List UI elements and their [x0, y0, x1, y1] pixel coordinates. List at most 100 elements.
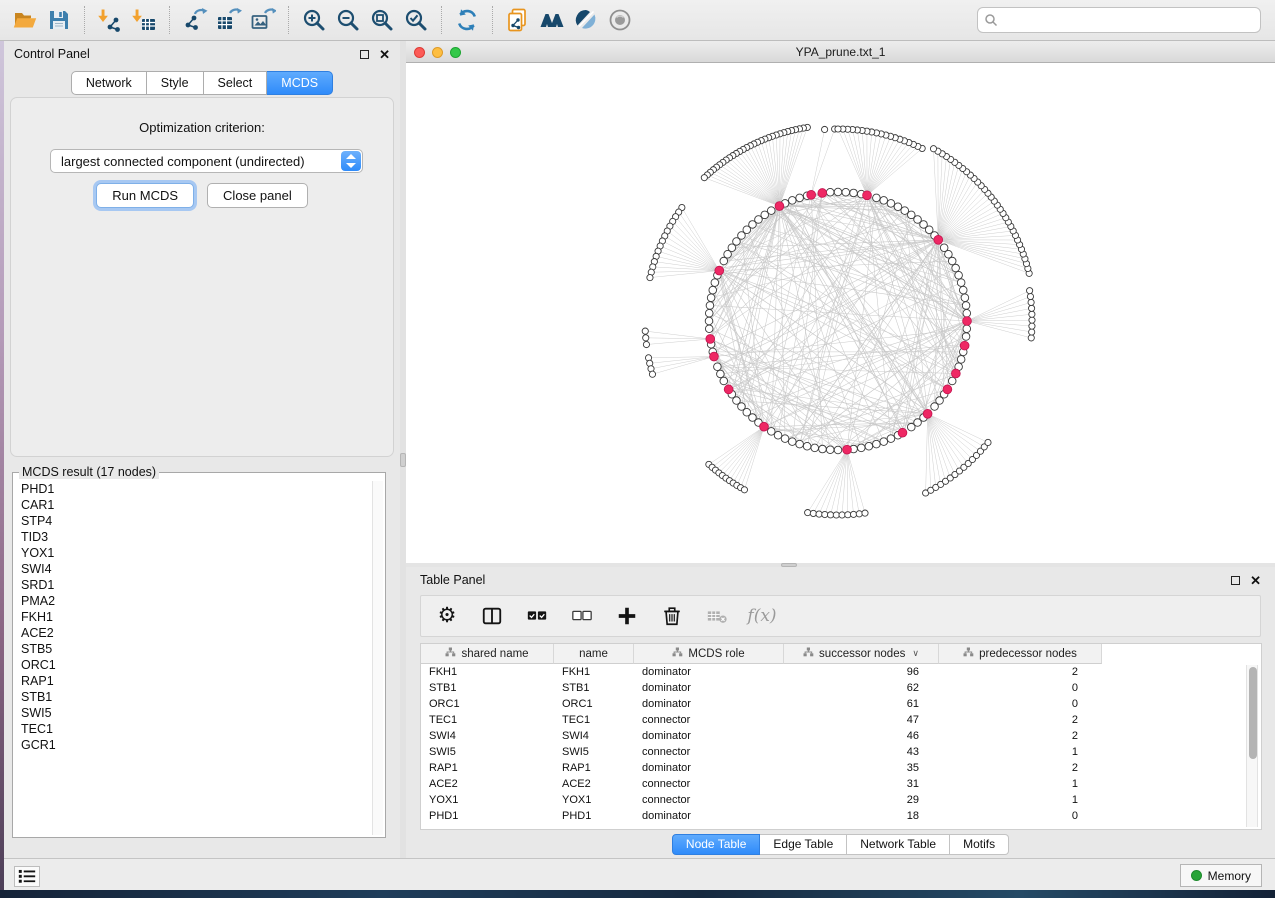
network-node[interactable] — [711, 279, 719, 287]
network-node[interactable] — [796, 440, 804, 448]
network-node[interactable] — [709, 286, 717, 294]
table-row[interactable]: ORC1ORC1dominator610 — [421, 696, 1261, 712]
open-file-button[interactable] — [8, 3, 42, 37]
tab-style[interactable]: Style — [147, 71, 204, 95]
network-leaf-node[interactable] — [833, 512, 839, 518]
tab-select[interactable]: Select — [204, 71, 268, 95]
mcds-result-item[interactable]: STB1 — [15, 689, 371, 705]
optimization-criterion-select[interactable]: largest connected component (undirected) — [50, 149, 363, 173]
network-node[interactable] — [887, 200, 895, 208]
close-panel-icon[interactable]: ✕ — [1250, 576, 1261, 585]
mcds-result-item[interactable]: RAP1 — [15, 673, 371, 689]
mcds-result-item[interactable]: PMA2 — [15, 593, 371, 609]
network-node[interactable] — [767, 428, 775, 436]
network-node[interactable] — [705, 325, 713, 333]
network-leaf-node[interactable] — [1028, 299, 1034, 305]
mcds-result-item[interactable]: TID3 — [15, 529, 371, 545]
refresh-button[interactable] — [450, 3, 484, 37]
network-leaf-node[interactable] — [649, 371, 655, 377]
import-table-button[interactable] — [127, 3, 161, 37]
maximize-window-icon[interactable] — [450, 47, 461, 58]
network-node[interactable] — [720, 377, 728, 385]
network-hub-node[interactable] — [863, 191, 872, 200]
network-leaf-node[interactable] — [1027, 293, 1033, 299]
network-node[interactable] — [940, 244, 948, 252]
mcds-result-item[interactable]: SWI5 — [15, 705, 371, 721]
add-column-button[interactable] — [615, 604, 639, 628]
network-hub-node[interactable] — [807, 190, 816, 199]
network-node[interactable] — [957, 279, 965, 287]
zoom-out-button[interactable] — [331, 3, 365, 37]
network-hub-node[interactable] — [760, 422, 769, 431]
delete-column-button[interactable] — [660, 604, 684, 628]
function-builder-button[interactable]: f(x) — [750, 604, 774, 628]
column-header-predecessor-nodes[interactable]: predecessor nodes — [939, 644, 1102, 664]
export-image-button[interactable] — [246, 3, 280, 37]
network-leaf-node[interactable] — [1029, 329, 1035, 335]
network-leaf-node[interactable] — [642, 328, 648, 334]
network-hub-node[interactable] — [923, 409, 932, 418]
network-hub-node[interactable] — [898, 428, 907, 437]
network-leaf-node[interactable] — [1028, 335, 1034, 341]
network-node[interactable] — [962, 302, 970, 310]
table-scrollbar[interactable] — [1246, 665, 1258, 827]
network-node[interactable] — [887, 435, 895, 443]
network-hub-node[interactable] — [706, 335, 715, 344]
network-node[interactable] — [865, 442, 873, 450]
import-network-button[interactable] — [93, 3, 127, 37]
network-node[interactable] — [803, 442, 811, 450]
network-leaf-node[interactable] — [862, 510, 868, 516]
mcds-result-item[interactable]: SRD1 — [15, 577, 371, 593]
network-leaf-node[interactable] — [741, 487, 747, 493]
network-hub-node[interactable] — [963, 317, 972, 326]
column-header-MCDS-role[interactable]: MCDS role — [634, 644, 784, 664]
network-leaf-node[interactable] — [1029, 311, 1035, 317]
table-row[interactable]: PHD1PHD1dominator180 — [421, 808, 1261, 824]
mcds-result-item[interactable]: ACE2 — [15, 625, 371, 641]
table-row[interactable]: YOX1YOX1connector291 — [421, 792, 1261, 808]
network-node[interactable] — [873, 194, 881, 202]
table-row[interactable]: ACE2ACE2connector311 — [421, 776, 1261, 792]
task-history-button[interactable] — [14, 866, 40, 887]
network-window-titlebar[interactable]: YPA_prune.txt_1 — [406, 41, 1275, 63]
network-canvas[interactable] — [406, 63, 1275, 563]
search-network-button[interactable] — [535, 3, 569, 37]
mcds-list-scrollbar[interactable] — [372, 481, 383, 835]
network-leaf-node[interactable] — [985, 439, 991, 445]
network-node[interactable] — [834, 188, 842, 196]
float-panel-icon[interactable] — [1231, 576, 1240, 585]
network-node[interactable] — [826, 446, 834, 454]
select-all-rows-button[interactable] — [525, 604, 549, 628]
network-node[interactable] — [774, 431, 782, 439]
show-graphics-details-button[interactable] — [603, 3, 637, 37]
network-node[interactable] — [714, 363, 722, 371]
close-window-icon[interactable] — [414, 47, 425, 58]
tab-network-table[interactable]: Network Table — [847, 834, 950, 855]
run-mcds-button[interactable]: Run MCDS — [96, 183, 194, 208]
network-hub-node[interactable] — [960, 341, 969, 350]
save-session-button[interactable] — [42, 3, 76, 37]
network-node[interactable] — [957, 356, 965, 364]
mcds-result-item[interactable]: SWI4 — [15, 561, 371, 577]
network-hub-node[interactable] — [843, 445, 852, 454]
table-row[interactable]: RAP1RAP1dominator352 — [421, 760, 1261, 776]
network-leaf-node[interactable] — [1028, 305, 1034, 311]
mcds-result-item[interactable]: CAR1 — [15, 497, 371, 513]
network-node[interactable] — [720, 257, 728, 265]
hide-graphics-details-button[interactable] — [569, 3, 603, 37]
network-leaf-node[interactable] — [701, 175, 707, 181]
column-header-name[interactable]: name — [554, 644, 634, 664]
column-header-shared-name[interactable]: shared name — [421, 644, 554, 664]
network-hub-node[interactable] — [818, 189, 827, 198]
network-node[interactable] — [826, 188, 834, 196]
network-leaf-node[interactable] — [816, 511, 822, 517]
network-node[interactable] — [963, 325, 971, 333]
tab-motifs[interactable]: Motifs — [950, 834, 1009, 855]
tab-network[interactable]: Network — [71, 71, 147, 95]
network-node[interactable] — [952, 264, 960, 272]
network-leaf-node[interactable] — [643, 335, 649, 341]
network-node[interactable] — [788, 438, 796, 446]
float-panel-icon[interactable] — [360, 50, 369, 59]
network-leaf-node[interactable] — [839, 512, 845, 518]
network-node[interactable] — [796, 194, 804, 202]
